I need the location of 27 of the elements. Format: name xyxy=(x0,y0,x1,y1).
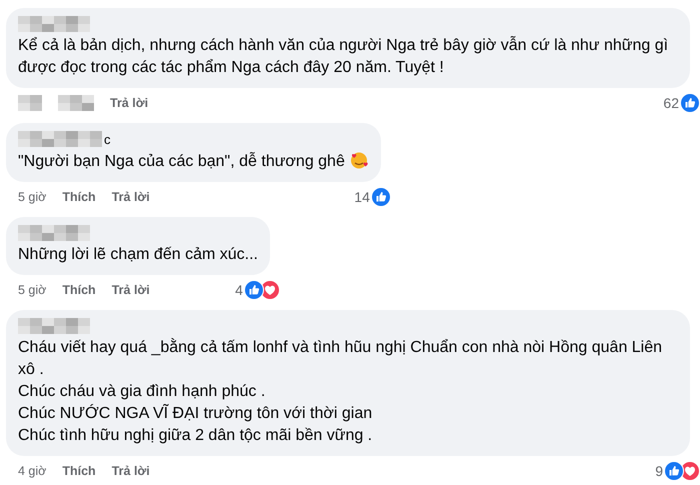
blurred-time xyxy=(18,95,42,111)
reply-link[interactable]: Trả lời xyxy=(112,464,150,478)
comment-text: Chúc cháu và gia đình hạnh phúc . xyxy=(18,382,266,402)
reaction-count[interactable]: 4 xyxy=(235,282,243,298)
comment-text: Cháu viết hay quá _bằng cả tấm lonhf và tình hũu nghị Chuẩn con nhà nòi Hồng quân Liên xô . xyxy=(18,337,664,380)
reaction-count[interactable]: 62 xyxy=(663,95,679,111)
reply-link[interactable]: Trả lời xyxy=(112,283,150,297)
like-link[interactable]: Thích xyxy=(62,283,96,297)
comment-time[interactable]: 5 giờ xyxy=(18,283,46,297)
comment-text: Chúc tình hữu nghị giữa 2 dân tộc mãi bền vững . xyxy=(18,426,374,446)
like-link[interactable]: Thích xyxy=(62,190,96,204)
reply-link[interactable]: Trả lời xyxy=(110,96,148,110)
blurred-name xyxy=(18,225,90,241)
author-name[interactable]: c xyxy=(104,132,110,147)
reply-link[interactable]: Trả lời xyxy=(112,190,150,204)
reaction-count[interactable]: 14 xyxy=(354,189,370,205)
comment-text: Kể cả là bản dịch, nhưng cách hành văn của người Nga trẻ bây giờ vẫn cứ là như những gì được đọc trong các tác phẩm Nga cách đây 20 năm. Tuyệt ! xyxy=(18,35,670,78)
comment-text: Chúc NƯỚC NGA VĨ ĐẠI trường tôn với thời gian xyxy=(18,403,374,424)
blurred-name xyxy=(18,318,90,334)
like-link[interactable]: Thích xyxy=(62,464,96,478)
blurred-name xyxy=(18,16,90,32)
comment-time[interactable]: 4 giờ xyxy=(18,464,46,478)
comment-text: "Người bạn Nga của các bạn", dễ thương ghê xyxy=(18,150,369,173)
reaction-count[interactable]: 9 xyxy=(655,463,663,479)
comment-time[interactable]: 5 giờ xyxy=(18,190,46,204)
blurred-like-link xyxy=(58,95,94,111)
comment-text: Những lời lẽ chạm đến cảm xúc... xyxy=(18,245,258,265)
